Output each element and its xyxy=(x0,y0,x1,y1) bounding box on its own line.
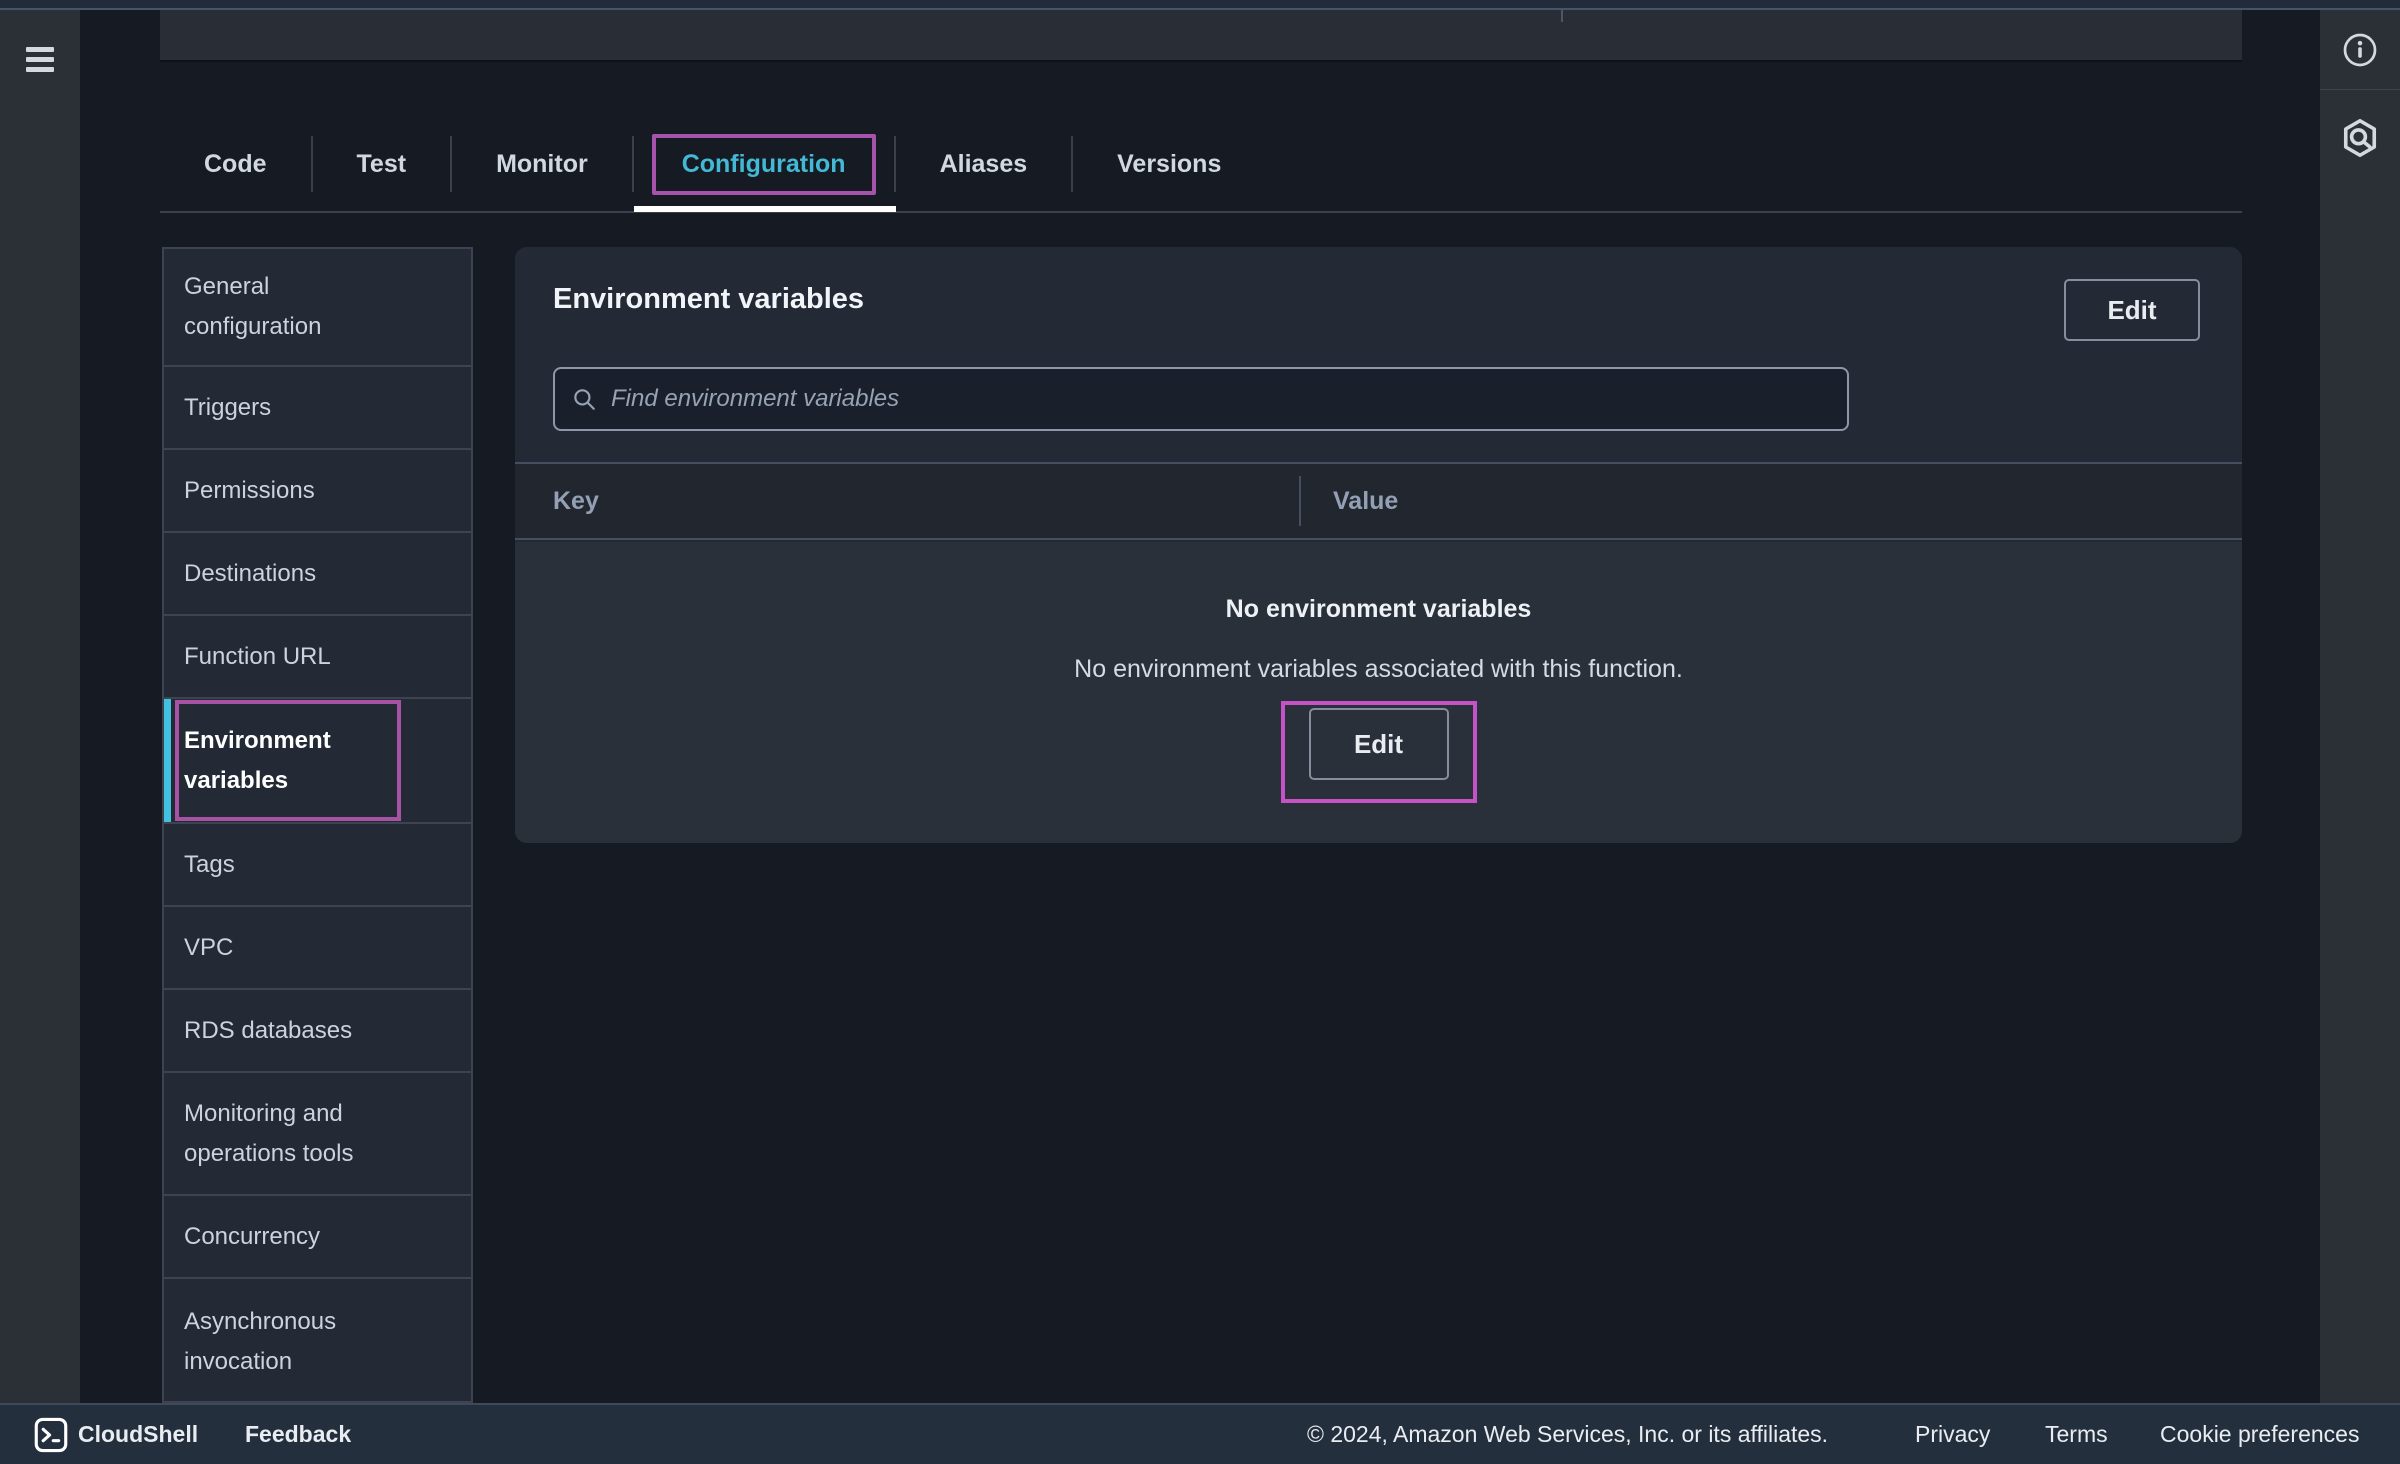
selected-indicator-bar xyxy=(164,699,171,822)
nav-item-vpc[interactable]: VPC xyxy=(164,907,471,990)
hamburger-menu-icon[interactable] xyxy=(26,47,54,72)
nav-item-rds-databases[interactable]: RDS databases xyxy=(164,990,471,1073)
target-annotation-box: Configuration xyxy=(652,134,876,195)
nav-item-permissions[interactable]: Permissions xyxy=(164,450,471,533)
tab-monitor[interactable]: Monitor xyxy=(452,150,632,179)
nav-item-label: Monitoring and operations tools xyxy=(184,1094,353,1174)
search-icon xyxy=(571,386,597,412)
nav-item-label: Function URL xyxy=(184,637,331,677)
cloudshell-button[interactable]: CloudShell xyxy=(78,1405,198,1464)
edit-button[interactable]: Edit xyxy=(2064,279,2200,341)
empty-state-description: No environment variables associated with… xyxy=(515,655,2242,684)
nav-item-triggers[interactable]: Triggers xyxy=(164,367,471,450)
tab-configuration-label: Configuration xyxy=(682,150,846,178)
configuration-nav: General configuration Triggers Permissio… xyxy=(162,247,473,1403)
active-tab-underline xyxy=(634,206,896,212)
table-empty-state: No environment variables No environment … xyxy=(515,542,2242,843)
nav-item-label: Concurrency xyxy=(184,1217,320,1257)
tab-row-border xyxy=(160,211,2242,213)
nav-item-label: Permissions xyxy=(184,471,315,511)
search-input[interactable] xyxy=(611,385,1831,413)
nav-item-general-configuration[interactable]: General configuration xyxy=(164,249,471,367)
nav-item-monitoring-and-operations-tools[interactable]: Monitoring and operations tools xyxy=(164,1073,471,1196)
empty-state-title: No environment variables xyxy=(515,595,2242,624)
function-tabs: Code Test Monitor Configuration Aliases … xyxy=(160,115,1265,213)
nav-item-destinations[interactable]: Destinations xyxy=(164,533,471,616)
nav-item-concurrency[interactable]: Concurrency xyxy=(164,1196,471,1279)
privacy-link[interactable]: Privacy xyxy=(1915,1405,1990,1464)
amazon-q-icon[interactable] xyxy=(2320,98,2400,178)
info-icon[interactable] xyxy=(2320,10,2400,90)
environment-variables-panel: Environment variables Edit Key Value No … xyxy=(515,247,2242,843)
table-header: Key Value xyxy=(515,462,2242,540)
right-rail xyxy=(2320,10,2400,1403)
nav-item-asynchronous-invocation[interactable]: Asynchronous invocation xyxy=(164,1279,471,1403)
tab-configuration[interactable]: Configuration xyxy=(634,134,894,195)
search-box[interactable] xyxy=(553,367,1849,431)
nav-item-label: Tags xyxy=(184,845,235,885)
nav-item-environment-variables[interactable]: Environment variables xyxy=(164,699,471,824)
tab-versions[interactable]: Versions xyxy=(1073,150,1265,179)
top-cutoff-panel-divider xyxy=(1561,10,1563,22)
nav-item-label: VPC xyxy=(184,928,233,968)
copyright-text: © 2024, Amazon Web Services, Inc. or its… xyxy=(1307,1405,1828,1464)
tab-code[interactable]: Code xyxy=(160,150,311,179)
tab-aliases[interactable]: Aliases xyxy=(896,150,1072,179)
aws-lambda-configuration-page: { "accent_colors": { "active_tab_cyan": … xyxy=(0,0,2400,1464)
terms-link[interactable]: Terms xyxy=(2045,1405,2108,1464)
top-nav-strip xyxy=(0,0,2400,10)
empty-state-edit-button[interactable]: Edit xyxy=(1309,708,1449,780)
cloudshell-icon[interactable] xyxy=(34,1405,68,1464)
tab-test[interactable]: Test xyxy=(313,150,451,179)
nav-item-tags[interactable]: Tags xyxy=(164,824,471,907)
footer-bar: CloudShell Feedback © 2024, Amazon Web S… xyxy=(0,1403,2400,1464)
left-rail xyxy=(0,10,80,1403)
top-cutoff-panel xyxy=(160,10,2242,60)
feedback-button[interactable]: Feedback xyxy=(245,1405,351,1464)
nav-item-label: Triggers xyxy=(184,388,271,428)
nav-item-function-url[interactable]: Function URL xyxy=(164,616,471,699)
nav-item-label: RDS databases xyxy=(184,1011,352,1051)
column-header-value: Value xyxy=(1333,464,1398,538)
cookie-preferences-link[interactable]: Cookie preferences xyxy=(2160,1405,2359,1464)
rail-divider xyxy=(2320,89,2400,90)
column-divider xyxy=(1299,476,1301,526)
column-header-key: Key xyxy=(553,464,599,538)
nav-item-label: Asynchronous invocation xyxy=(184,1302,336,1382)
nav-item-label: Destinations xyxy=(184,554,316,594)
panel-title: Environment variables xyxy=(553,283,864,316)
nav-item-label: General configuration xyxy=(184,267,321,347)
nav-item-label: Environment variables xyxy=(184,721,331,801)
